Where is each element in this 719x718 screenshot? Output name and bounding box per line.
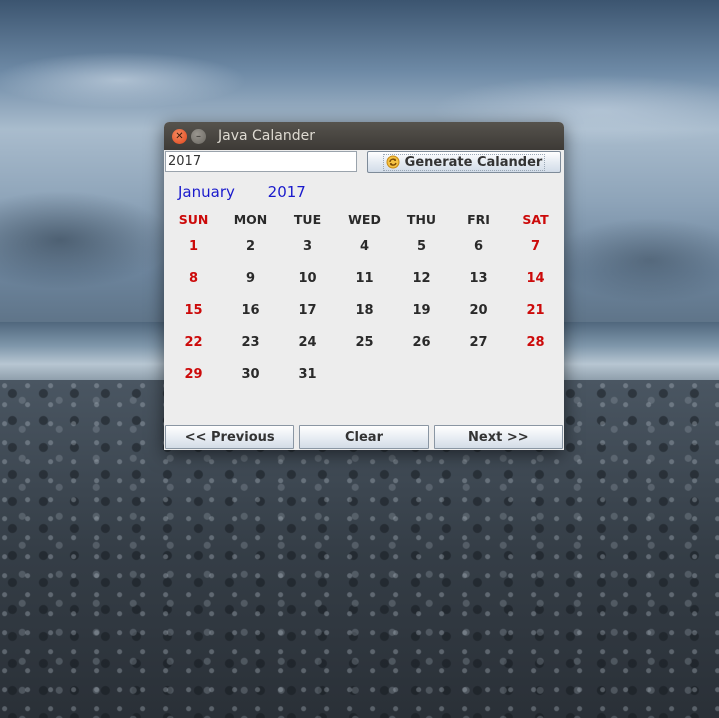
week-row: 22 23 24 25 26 27 28 (165, 326, 564, 358)
day-cell: 4 (359, 238, 370, 254)
generate-button-label: Generate Calander (404, 154, 543, 170)
week-row: 8 9 10 11 12 13 14 (165, 262, 564, 294)
window-titlebar[interactable]: ✕ – Java Calander (164, 122, 564, 150)
day-cell: 5 (416, 238, 427, 254)
day-cell: 29 (184, 366, 203, 382)
day-cell: 28 (526, 334, 545, 350)
weekday-header-row: SUN MON TUE WED THU FRI SAT (165, 208, 564, 230)
refresh-icon (386, 155, 400, 169)
clear-button[interactable]: Clear (299, 425, 429, 449)
day-cell: 23 (241, 334, 260, 350)
day-cell: 20 (469, 302, 488, 318)
day-cell: 12 (412, 270, 431, 286)
window-title: Java Calander (218, 128, 315, 144)
day-cell: 11 (355, 270, 374, 286)
weekday-header-mon: MON (233, 211, 268, 227)
day-cell: 8 (188, 270, 199, 286)
day-cell: 27 (469, 334, 488, 350)
next-month-button[interactable]: Next >> (433, 425, 563, 449)
day-cell: 2 (245, 238, 256, 254)
month-year-heading: January 2017 (178, 183, 306, 201)
day-cell: 15 (184, 302, 203, 318)
day-cell: 25 (355, 334, 374, 350)
week-row: 15 16 17 18 19 20 21 (165, 294, 564, 326)
day-cell: 22 (184, 334, 203, 350)
day-cell: 19 (412, 302, 431, 318)
month-name: January (178, 183, 235, 201)
day-cell: 16 (241, 302, 260, 318)
calendar-grid: SUN MON TUE WED THU FRI SAT 1 2 3 4 5 6 … (165, 208, 564, 390)
day-cell: 1 (188, 238, 199, 254)
day-cell: 10 (298, 270, 317, 286)
day-cell: 18 (355, 302, 374, 318)
day-cell: 6 (473, 238, 484, 254)
year-number: 2017 (267, 183, 306, 201)
day-cell: 9 (245, 270, 256, 286)
year-input[interactable] (165, 151, 357, 172)
generate-calendar-button[interactable]: Generate Calander (367, 151, 561, 173)
day-cell: 7 (530, 238, 541, 254)
calendar-window: ✕ – Java Calander Generate Calander Janu… (164, 122, 564, 450)
day-cell: 31 (298, 366, 317, 382)
weekday-header-sat: SAT (522, 211, 549, 227)
day-cell: 24 (298, 334, 317, 350)
minimize-icon[interactable]: – (191, 129, 206, 144)
weekday-header-sun: SUN (178, 211, 209, 227)
generate-button-focus: Generate Calander (382, 153, 546, 171)
week-row: 1 2 3 4 5 6 7 (165, 230, 564, 262)
weekday-header-wed: WED (348, 211, 381, 227)
weekday-header-tue: TUE (293, 211, 322, 227)
previous-month-button[interactable]: << Previous (165, 425, 295, 449)
day-cell: 13 (469, 270, 488, 286)
day-cell: 21 (526, 302, 545, 318)
day-cell: 30 (241, 366, 260, 382)
day-cell: 17 (298, 302, 317, 318)
weekday-header-thu: THU (406, 211, 437, 227)
close-icon[interactable]: ✕ (172, 129, 187, 144)
week-row: 29 30 31 (165, 358, 564, 390)
day-cell: 26 (412, 334, 431, 350)
weekday-header-fri: FRI (467, 211, 490, 227)
day-cell: 14 (526, 270, 545, 286)
day-cell: 3 (302, 238, 313, 254)
navigation-bar: << Previous Clear Next >> (164, 425, 564, 450)
